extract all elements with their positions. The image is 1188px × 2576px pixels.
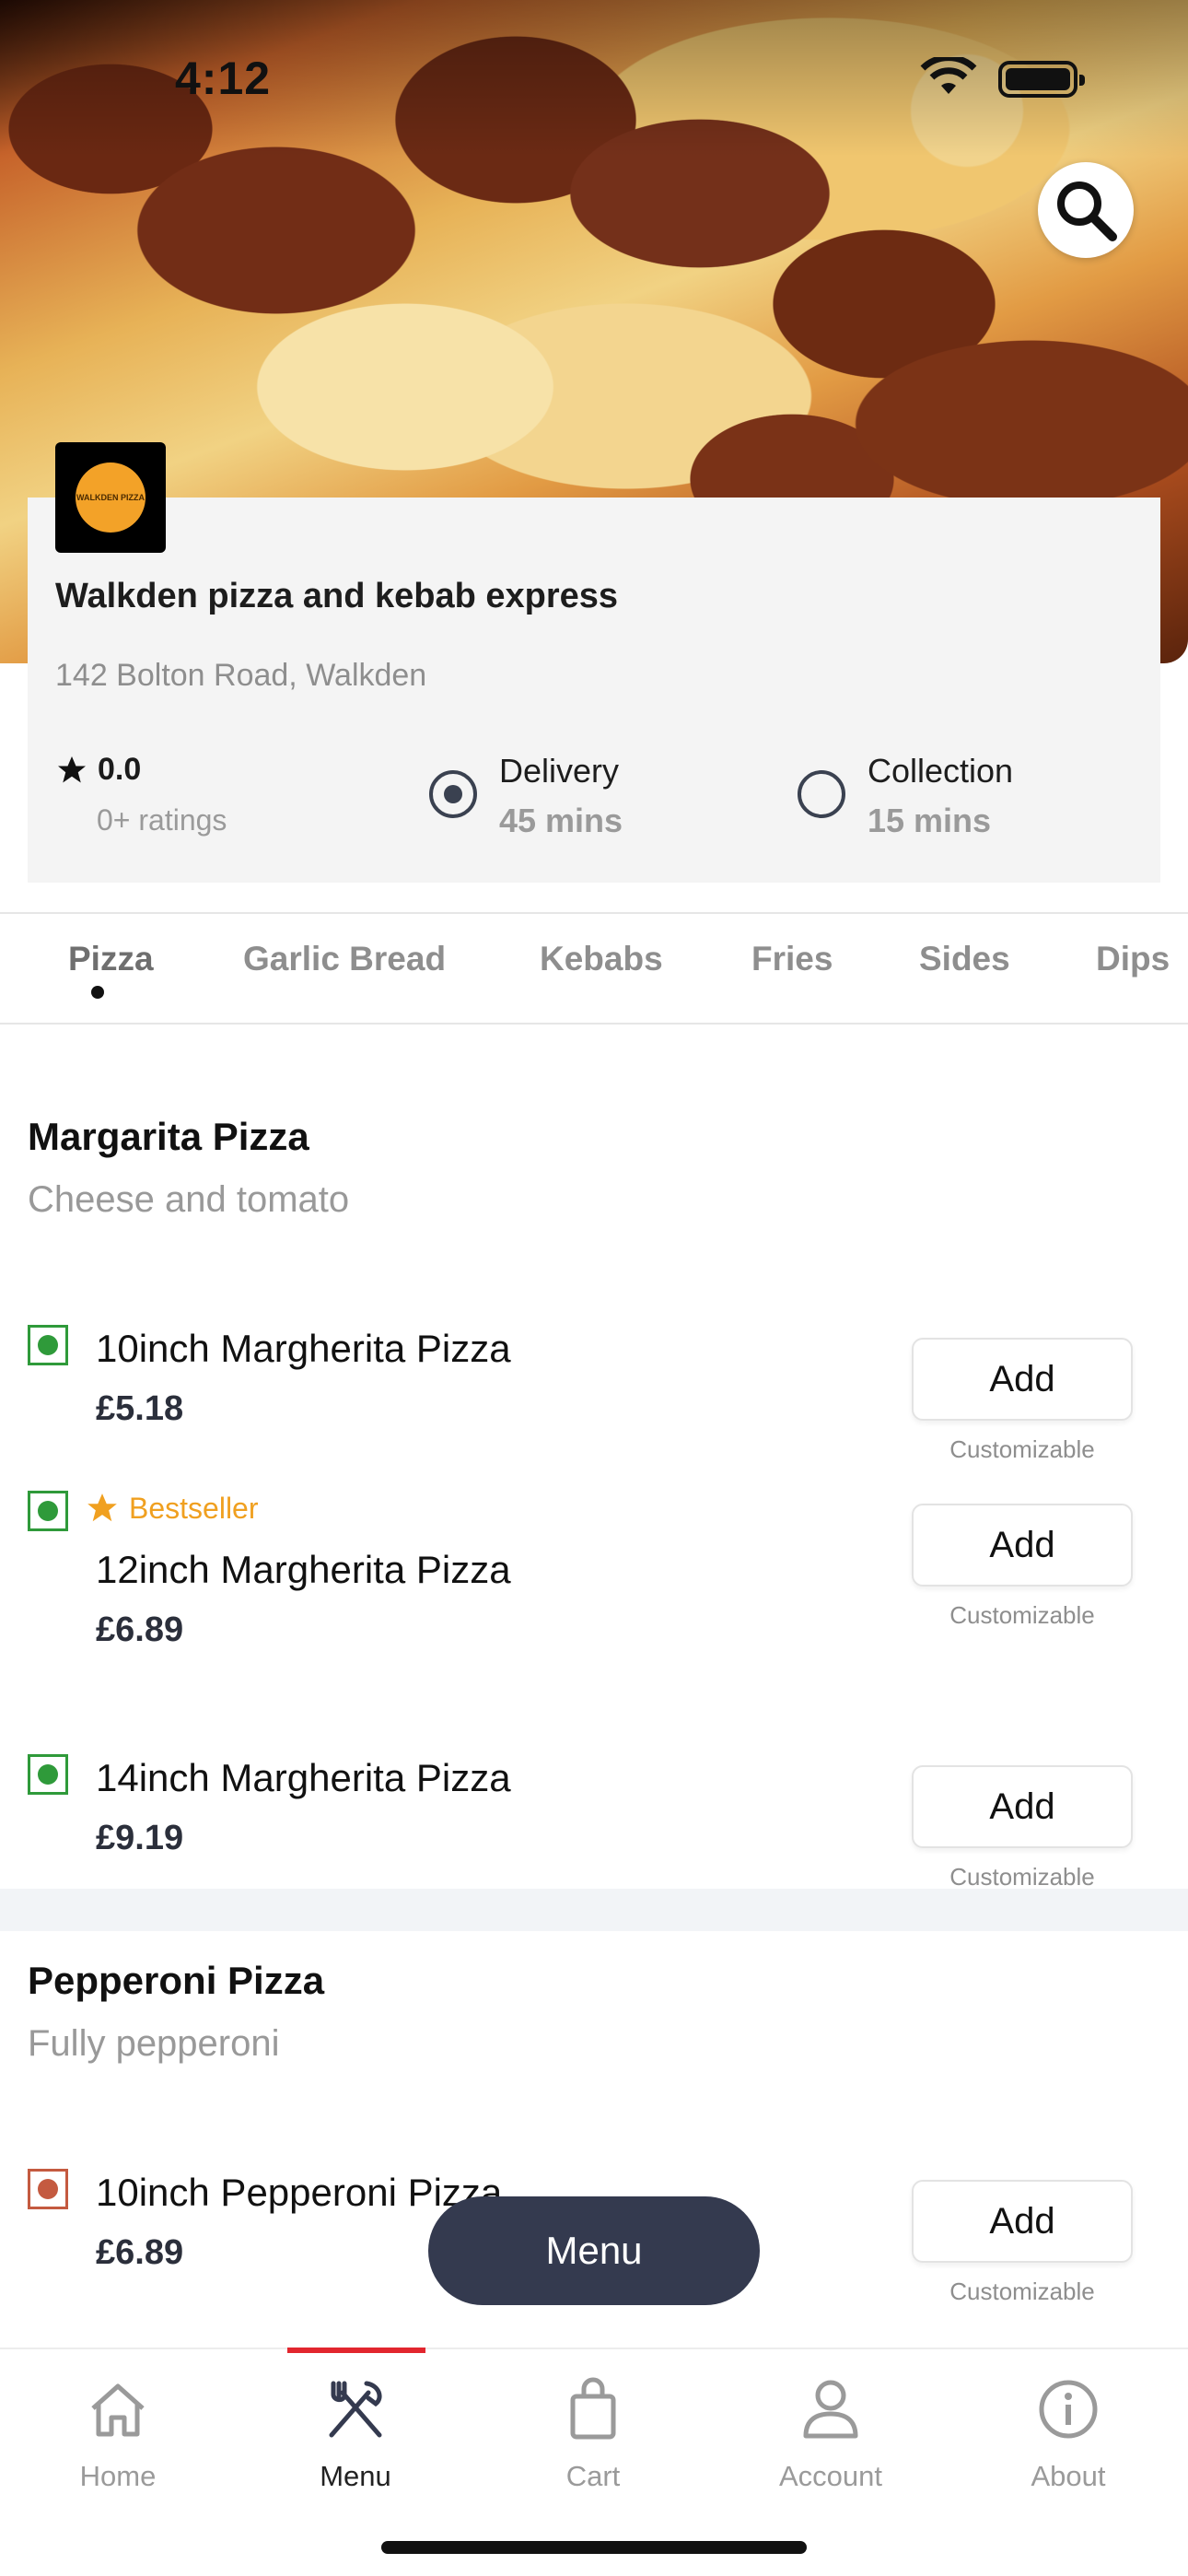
status-time: 4:12 — [175, 53, 272, 104]
tab-garlic-bread[interactable]: Garlic Bread — [243, 940, 446, 978]
item-name: 12inch Margherita Pizza — [96, 1548, 511, 1591]
nav-home[interactable]: Home — [26, 2368, 210, 2493]
nav-menu-label: Menu — [320, 2460, 391, 2492]
tab-dips[interactable]: Dips — [1096, 940, 1170, 978]
nav-account-label: Account — [778, 2460, 882, 2492]
add-button[interactable]: Add — [912, 1338, 1133, 1421]
rating-count: 0+ ratings — [97, 803, 227, 837]
wifi-icon — [919, 54, 978, 102]
rating: 0.0 — [55, 752, 141, 788]
section-title: Pepperoni Pizza — [28, 1959, 325, 2002]
item-name: 10inch Pepperoni Pizza — [96, 2171, 503, 2214]
category-tabs: Pizza Garlic Bread Kebabs Fries Sides Di… — [0, 912, 1188, 1025]
battery-icon — [998, 61, 1085, 98]
floating-menu-button[interactable]: Menu — [428, 2196, 760, 2305]
info-icon — [1039, 2380, 1098, 2439]
delivery-radio[interactable] — [429, 770, 477, 818]
nav-home-label: Home — [79, 2460, 157, 2492]
collection-radio[interactable] — [798, 770, 845, 818]
active-tab-indicator — [91, 986, 104, 999]
nav-menu[interactable]: Menu — [263, 2368, 448, 2493]
section-description: Cheese and tomato — [28, 1179, 350, 1220]
customizable-note: Customizable — [949, 2277, 1095, 2305]
non-veg-icon — [28, 2169, 68, 2209]
store-logo: WALKDEN PIZZA — [55, 442, 166, 553]
collection-label: Collection — [868, 752, 1014, 790]
tab-pizza[interactable]: Pizza — [68, 940, 154, 978]
store-name: Walkden pizza and kebab express — [55, 577, 619, 615]
section-divider — [0, 1889, 1188, 1931]
item-name: 10inch Margherita Pizza — [96, 1327, 511, 1370]
nav-account[interactable]: Account — [739, 2368, 923, 2493]
add-button[interactable]: Add — [912, 1765, 1133, 1848]
customizable-note: Customizable — [949, 1601, 1095, 1629]
item-price: £9.19 — [96, 1819, 184, 1857]
tab-fries[interactable]: Fries — [751, 940, 833, 978]
item-price: £6.89 — [96, 1610, 184, 1649]
add-button[interactable]: Add — [912, 1504, 1133, 1587]
home-indicator — [381, 2541, 807, 2554]
star-icon — [58, 755, 86, 782]
shopping-bag-icon — [570, 2377, 616, 2440]
nav-about[interactable]: About — [976, 2368, 1160, 2493]
home-icon — [91, 2383, 145, 2437]
search-button[interactable] — [1038, 162, 1134, 258]
nav-cart-label: Cart — [565, 2460, 621, 2492]
bestseller-label: Bestseller — [129, 1491, 259, 1525]
search-icon — [1057, 181, 1117, 241]
item-price: £5.18 — [96, 1389, 184, 1428]
nav-cart[interactable]: Cart — [501, 2368, 685, 2493]
section-title: Margarita Pizza — [28, 1115, 309, 1158]
user-icon — [803, 2380, 858, 2439]
fork-knife-icon — [329, 2381, 382, 2438]
add-button[interactable]: Add — [912, 2180, 1133, 2263]
star-icon — [87, 1493, 117, 1522]
veg-icon — [28, 1491, 68, 1531]
item-price: £6.89 — [96, 2233, 184, 2272]
item-name: 14inch Margherita Pizza — [96, 1756, 511, 1799]
tab-kebabs[interactable]: Kebabs — [540, 940, 663, 978]
collection-time: 15 mins — [868, 802, 992, 839]
delivery-time: 45 mins — [499, 802, 623, 839]
tab-sides[interactable]: Sides — [919, 940, 1010, 978]
customizable-note: Customizable — [949, 1863, 1095, 1891]
active-nav-indicator — [287, 2348, 425, 2353]
veg-icon — [28, 1754, 68, 1795]
nav-about-label: About — [1031, 2460, 1106, 2492]
store-address: 142 Bolton Road, Walkden — [55, 658, 427, 693]
section-description: Fully pepperoni — [28, 2023, 280, 2064]
customizable-note: Customizable — [949, 1435, 1095, 1463]
delivery-label: Delivery — [499, 752, 620, 790]
bestseller-badge: Bestseller — [85, 1491, 259, 1526]
veg-icon — [28, 1325, 68, 1365]
rating-value: 0.0 — [98, 752, 142, 787]
